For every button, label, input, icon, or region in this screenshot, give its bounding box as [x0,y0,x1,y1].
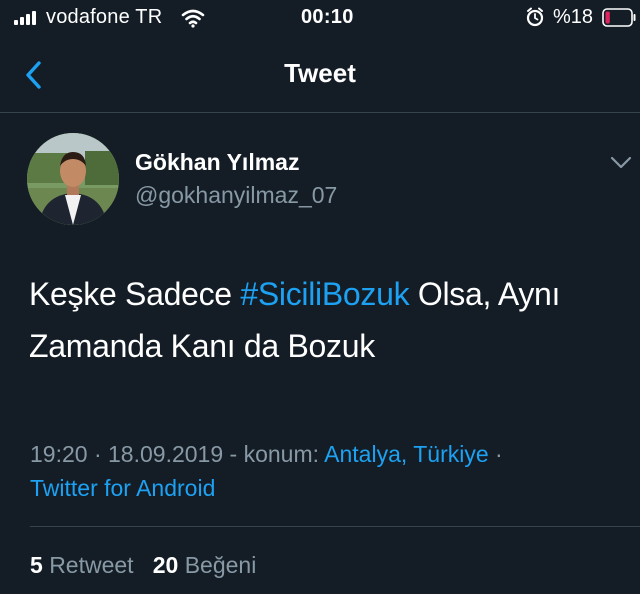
tweet-text: Keşke Sadece #SiciliBozuk Olsa, Aynı Zam… [29,268,629,372]
stats-divider [30,526,640,527]
nav-bar: Tweet [0,40,640,112]
battery-icon [602,8,636,27]
status-bar: vodafone TR 00:10 %18 [0,0,640,36]
carrier-name: vodafone TR [46,6,163,28]
header-divider [0,112,640,113]
alarm-icon [526,7,544,27]
like-stat[interactable]: 20 Beğeni [153,552,257,578]
hashtag-link[interactable]: #SiciliBozuk [240,276,409,312]
like-count: 20 [152,552,179,578]
like-label: Beğeni [184,552,257,578]
avatar-image [27,133,119,225]
tweet-date: 18.09.2019 [108,441,224,467]
tweet-text-start: Keşke Sadece [29,276,241,312]
battery-percent: %18 [553,6,594,28]
location-link[interactable]: Antalya, Türkiye [324,441,488,467]
retweet-stat[interactable]: 5 Retweet [30,552,134,578]
location-label: konum: [243,441,320,467]
tweet-stats: 5 Retweet 20 Beğeni [30,552,256,579]
retweet-count: 5 [30,552,43,578]
status-time: 00:10 [301,6,354,28]
tweet-time: 19:20 [30,441,88,467]
source-link[interactable]: Twitter for Android [30,475,215,501]
author-name[interactable]: Gökhan Yılmaz [135,149,299,176]
retweet-label: Retweet [49,552,134,578]
avatar[interactable] [27,133,119,225]
page-title: Tweet [284,58,356,88]
chevron-down-icon[interactable] [610,155,632,171]
author-handle[interactable]: @gokhanyilmaz_07 [135,182,337,209]
signal-icon [14,11,42,25]
wifi-icon [181,9,205,28]
tweet-meta: 19:20 · 18.09.2019 - konum: Antalya, Tür… [30,441,503,501]
